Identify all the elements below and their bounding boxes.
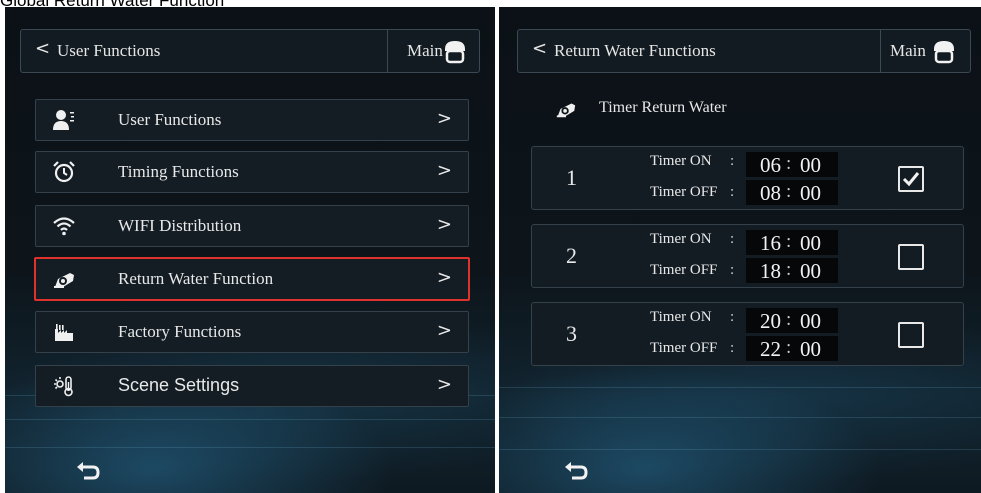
page-title: User Functions: [57, 41, 161, 60]
timer-off-field[interactable]: 18:00: [746, 258, 838, 283]
colon: :: [786, 309, 792, 330]
colon: :: [786, 337, 792, 358]
return-water-functions-screen: < Return Water Functions Main Timer Retu…: [499, 7, 981, 493]
timer-row-3: 3 Timer ON : 20:00 Timer OFF : 22:00: [531, 302, 964, 366]
menu-item-scene-settings[interactable]: Scene Settings >: [35, 365, 469, 407]
menu-label: Timing Functions: [118, 162, 239, 181]
colon: :: [786, 259, 792, 280]
timer-number: 2: [566, 243, 577, 268]
hour-value: 16: [760, 231, 781, 255]
chevron-right-icon: >: [436, 320, 452, 341]
chevron-right-icon: >: [436, 108, 452, 129]
menu-item-return-water-function[interactable]: Return Water Function >: [34, 257, 470, 301]
menu-item-factory-functions[interactable]: Factory Functions >: [35, 311, 469, 353]
timer-on-field[interactable]: 16:00: [746, 230, 838, 255]
timer-checkbox[interactable]: [898, 166, 924, 192]
water-pump-icon: [54, 273, 74, 288]
hour-value: 18: [760, 259, 781, 283]
colon: :: [786, 231, 792, 252]
hour-value: 20: [760, 309, 781, 333]
colon: :: [730, 153, 735, 169]
page-title: Return Water Functions: [554, 41, 716, 60]
main-home-icon[interactable]: [930, 37, 958, 65]
back-chevron-button[interactable]: <: [35, 38, 50, 59]
timer-checkbox[interactable]: [898, 322, 924, 348]
minute-value: 00: [800, 231, 821, 255]
checkmark-icon: [902, 172, 920, 187]
main-button[interactable]: Main: [407, 41, 443, 61]
timer-on-label: Timer ON: [650, 153, 712, 169]
menu-item-wifi-distribution[interactable]: WIFI Distribution >: [35, 205, 469, 247]
thermometer-sun-icon: [54, 376, 73, 397]
timer-off-field[interactable]: 08:00: [746, 180, 838, 205]
timer-on-field[interactable]: 06:00: [746, 152, 838, 177]
return-arrow-icon[interactable]: [75, 459, 101, 481]
wifi-icon: [53, 217, 75, 236]
colon: :: [730, 231, 735, 247]
alarm-clock-icon: [53, 161, 75, 183]
menu-label: Return Water Function: [118, 269, 274, 288]
colon: :: [730, 184, 735, 200]
timer-number: 1: [566, 165, 577, 190]
timer-number: 3: [566, 321, 577, 346]
timer-row-1: 1 Timer ON : 06:00 Timer OFF : 08:00: [531, 146, 964, 210]
menu-item-user-functions[interactable]: User Functions >: [35, 99, 469, 141]
timer-off-label: Timer OFF: [650, 340, 718, 356]
timer-on-label: Timer ON: [650, 309, 712, 325]
return-arrow-icon[interactable]: [563, 459, 589, 481]
chevron-right-icon: >: [436, 267, 452, 288]
menu-item-timing-functions[interactable]: Timing Functions >: [35, 151, 469, 193]
minute-value: 00: [800, 181, 821, 205]
water-pump-icon: [556, 103, 576, 118]
timer-on-field[interactable]: 20:00: [746, 308, 838, 333]
menu-label: Factory Functions: [118, 322, 242, 341]
hour-value: 06: [760, 153, 781, 177]
chevron-right-icon: >: [436, 214, 452, 235]
colon: :: [786, 153, 792, 174]
factory-icon: [55, 324, 73, 341]
minute-value: 00: [800, 259, 821, 283]
timer-off-label: Timer OFF: [650, 262, 718, 278]
colon: :: [786, 181, 792, 202]
colon: :: [730, 262, 735, 278]
minute-value: 00: [800, 309, 821, 333]
menu-label: Scene Settings: [118, 375, 240, 395]
top-bar: < Return Water Functions Main: [517, 29, 971, 73]
timer-row-2: 2 Timer ON : 16:00 Timer OFF : 18:00: [531, 224, 964, 288]
user-list-icon: [53, 110, 74, 130]
main-button[interactable]: Main: [890, 41, 926, 61]
chevron-right-icon: >: [436, 374, 452, 395]
menu-label: WIFI Distribution: [118, 216, 242, 235]
main-home-icon[interactable]: [441, 37, 469, 65]
section-title: Timer Return Water: [599, 99, 727, 116]
timer-off-field[interactable]: 22:00: [746, 336, 838, 361]
timer-off-label: Timer OFF: [650, 184, 718, 200]
user-functions-screen: < User Functions Main User Functions > T…: [5, 7, 495, 493]
minute-value: 00: [800, 337, 821, 361]
hour-value: 22: [760, 337, 781, 361]
menu-label: User Functions: [118, 110, 222, 129]
colon: :: [730, 340, 735, 356]
chevron-right-icon: >: [436, 160, 452, 181]
back-chevron-button[interactable]: <: [532, 38, 547, 59]
timer-checkbox[interactable]: [898, 244, 924, 270]
timer-on-label: Timer ON: [650, 231, 712, 247]
colon: :: [730, 309, 735, 325]
minute-value: 00: [800, 153, 821, 177]
hour-value: 08: [760, 181, 781, 205]
top-bar: < User Functions Main: [20, 29, 480, 73]
